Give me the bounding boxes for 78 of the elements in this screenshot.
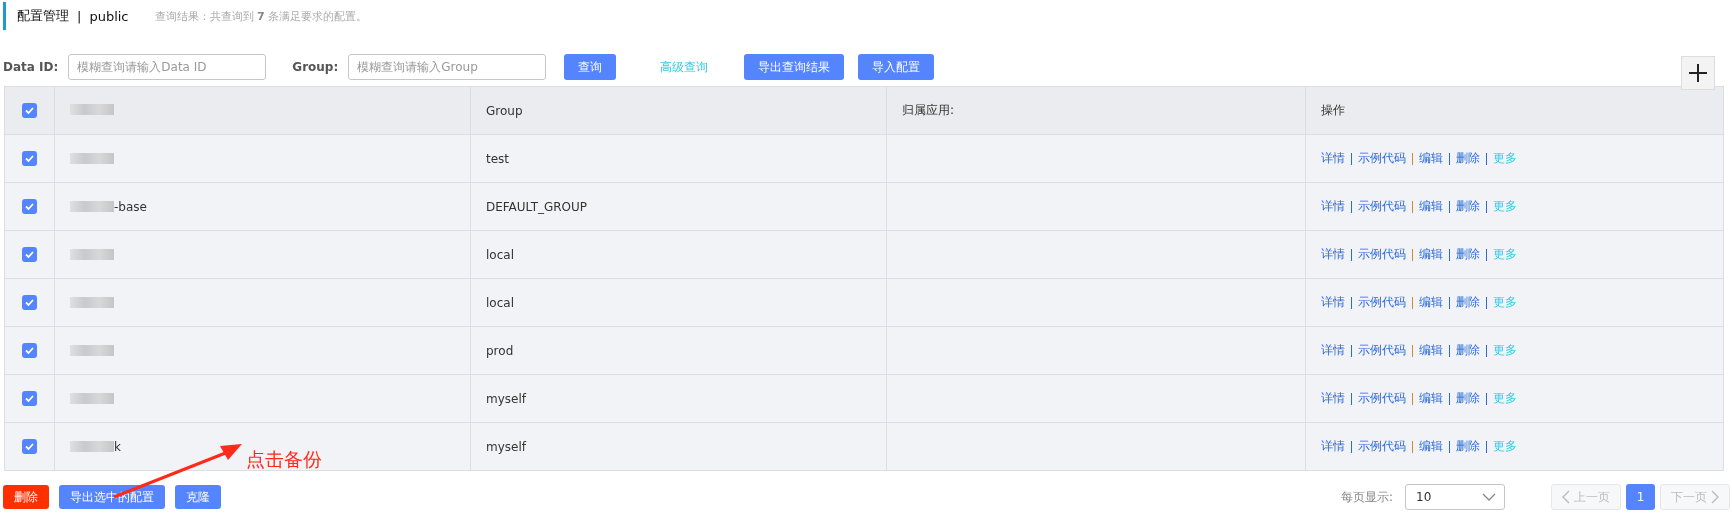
redaction-mark — [70, 441, 114, 452]
table-cell: DEFAULT_GROUP — [470, 182, 887, 231]
add-button[interactable] — [1681, 56, 1715, 90]
action-link[interactable]: 详情 — [1321, 150, 1345, 167]
action-link[interactable]: 编辑 — [1419, 198, 1443, 215]
title-separator: | — [77, 8, 82, 24]
table-cell: test — [470, 134, 887, 183]
checkbox[interactable] — [22, 343, 37, 358]
toolbar-button[interactable]: 导入配置 — [858, 54, 935, 80]
checkbox[interactable] — [22, 439, 37, 454]
action-link[interactable]: 示例代码 — [1358, 342, 1406, 359]
table-cell: local — [470, 278, 887, 327]
checkbox[interactable] — [22, 103, 37, 118]
page-size-label: 每页显示: — [1340, 488, 1393, 506]
page-size-select[interactable]: 10 — [1405, 484, 1505, 510]
action-link[interactable]: 示例代码 — [1358, 438, 1406, 455]
action-link[interactable]: 详情 — [1321, 342, 1345, 359]
action-link[interactable]: 删除 — [1456, 294, 1480, 311]
result-summary: 查询结果：共查询到 7 条满足要求的配置。 — [154, 8, 368, 24]
action-link[interactable]: 删除 — [1456, 246, 1480, 263]
toolbar-button[interactable]: 导出查询结果 — [744, 54, 845, 80]
redaction-mark — [70, 201, 114, 212]
redaction-mark — [70, 297, 114, 308]
filter-label: Group: — [292, 60, 339, 74]
plus-icon — [1688, 63, 1708, 83]
action-link[interactable]: 删除 — [1456, 438, 1480, 455]
chevron-left-icon — [1562, 490, 1570, 504]
action-link[interactable]: 详情 — [1321, 246, 1345, 263]
action-link[interactable]: 编辑 — [1419, 390, 1443, 407]
data-id-text: -base — [114, 199, 147, 214]
action-link[interactable]: 详情 — [1321, 198, 1345, 215]
table-cell: local — [470, 230, 887, 279]
search-field[interactable]: 模糊查询请输入Data ID — [68, 54, 267, 80]
action-link[interactable]: 示例代码 — [1358, 246, 1406, 263]
action-button[interactable]: 克隆 — [175, 485, 221, 509]
checkbox[interactable] — [22, 391, 37, 406]
action-link[interactable]: 编辑 — [1419, 294, 1443, 311]
column-header: Group — [470, 86, 887, 135]
toolbar-button[interactable]: 查询 — [564, 54, 617, 80]
action-link[interactable]: 详情 — [1321, 294, 1345, 311]
filter-label: Data ID: — [3, 60, 59, 74]
table-cell: prod — [470, 326, 887, 375]
action-link[interactable]: 编辑 — [1419, 246, 1443, 263]
action-link[interactable]: 编辑 — [1419, 342, 1443, 359]
action-link[interactable]: 编辑 — [1419, 150, 1443, 167]
data-id-text: k — [114, 439, 121, 454]
action-link[interactable]: 删除 — [1456, 150, 1480, 167]
redaction-mark — [70, 393, 114, 404]
page-title: 配置管理 — [17, 7, 69, 25]
delete-button[interactable]: 删除 — [3, 485, 49, 509]
checkbox[interactable] — [22, 247, 37, 262]
action-link[interactable]: 删除 — [1456, 390, 1480, 407]
column-header: 操作 — [1305, 86, 1724, 135]
namespace-label: public — [89, 8, 129, 24]
action-link[interactable]: 删除 — [1456, 342, 1480, 359]
table-cell: myself — [470, 422, 887, 471]
redaction-mark — [70, 249, 114, 260]
action-link[interactable]: 编辑 — [1419, 438, 1443, 455]
redaction-mark — [70, 103, 114, 115]
action-link[interactable]: 示例代码 — [1358, 390, 1406, 407]
caret-icon — [1482, 493, 1496, 501]
action-link[interactable]: 示例代码 — [1358, 294, 1406, 311]
action-link[interactable]: 删除 — [1456, 198, 1480, 215]
annotation-text: 点击备份 — [246, 447, 322, 472]
checkbox[interactable] — [22, 295, 37, 310]
column-header: 归属应用: — [886, 86, 1306, 135]
table-cell: myself — [470, 374, 887, 423]
action-link[interactable]: 详情 — [1321, 438, 1345, 455]
checkbox[interactable] — [22, 199, 37, 214]
action-link[interactable]: 详情 — [1321, 390, 1345, 407]
search-field[interactable]: 模糊查询请输入Group — [348, 54, 547, 80]
chevron-right-icon — [1711, 490, 1719, 504]
redaction-mark — [70, 153, 114, 164]
action-link[interactable]: 示例代码 — [1358, 150, 1406, 167]
page-button[interactable]: 1 — [1626, 484, 1655, 510]
redaction-mark — [70, 345, 114, 356]
action-link[interactable]: 示例代码 — [1358, 198, 1406, 215]
checkbox[interactable] — [22, 151, 37, 166]
